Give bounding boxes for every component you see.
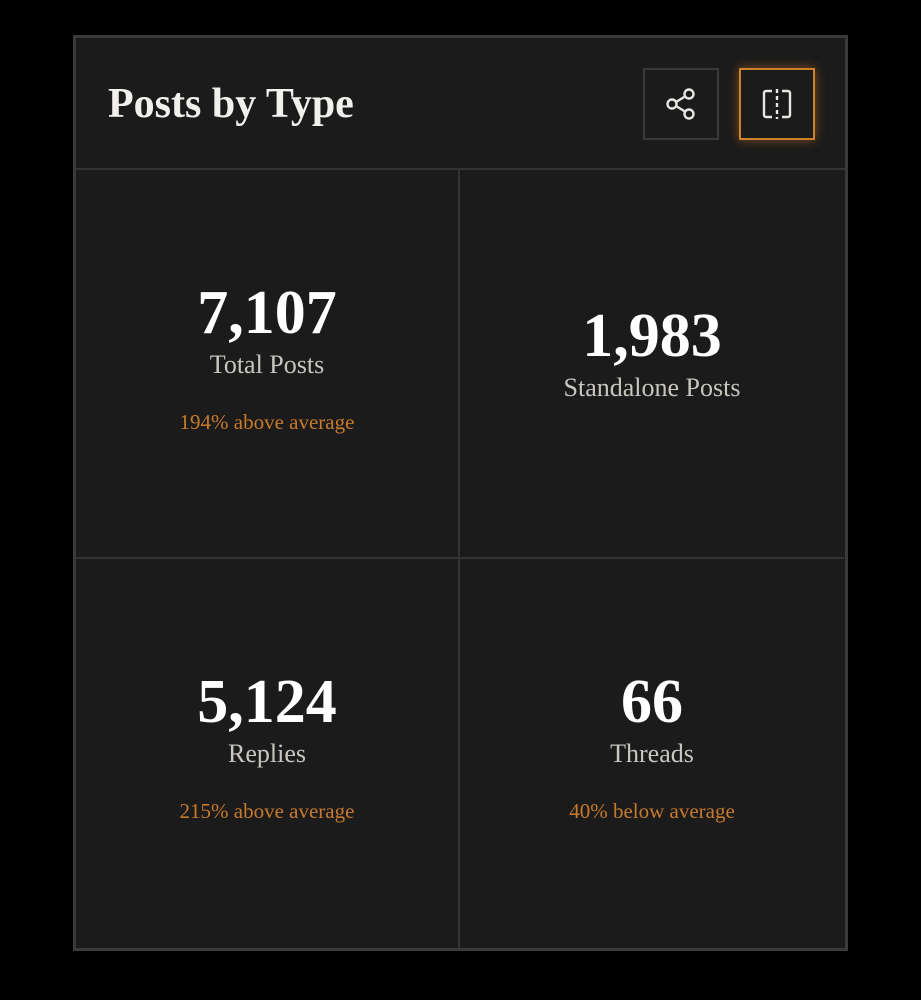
stat-delta: 40% below average bbox=[569, 799, 735, 823]
stat-value: 66 bbox=[621, 668, 683, 736]
share-icon bbox=[666, 88, 695, 120]
card-title: Posts by Type bbox=[108, 81, 354, 127]
stat-value: 5,124 bbox=[197, 668, 337, 736]
stat-delta: 194% above average bbox=[179, 410, 355, 434]
card-header: Posts by Type bbox=[76, 38, 845, 170]
stat-cell-replies: 5,124 Replies 215% above average bbox=[76, 559, 460, 948]
stat-label: Threads bbox=[610, 739, 694, 768]
stat-cell-standalone-posts: 1,983 Standalone Posts bbox=[460, 170, 844, 559]
posts-by-type-card: Posts by Type 7,107 Total Posts 194% abo… bbox=[73, 35, 848, 951]
stat-label: Total Posts bbox=[209, 350, 325, 379]
split-view-button[interactable] bbox=[739, 68, 815, 140]
stat-cell-total-posts: 7,107 Total Posts 194% above average bbox=[76, 170, 460, 559]
stat-cell-threads: 66 Threads 40% below average bbox=[460, 559, 844, 948]
stat-label: Replies bbox=[228, 739, 306, 768]
stat-label: Standalone Posts bbox=[563, 373, 741, 402]
share-button[interactable] bbox=[643, 68, 719, 140]
stat-delta: 215% above average bbox=[179, 799, 355, 823]
stat-value: 7,107 bbox=[197, 279, 337, 347]
stats-grid: 7,107 Total Posts 194% above average 1,9… bbox=[76, 170, 845, 948]
stat-value: 1,983 bbox=[582, 302, 722, 370]
split-view-icon bbox=[762, 89, 792, 119]
